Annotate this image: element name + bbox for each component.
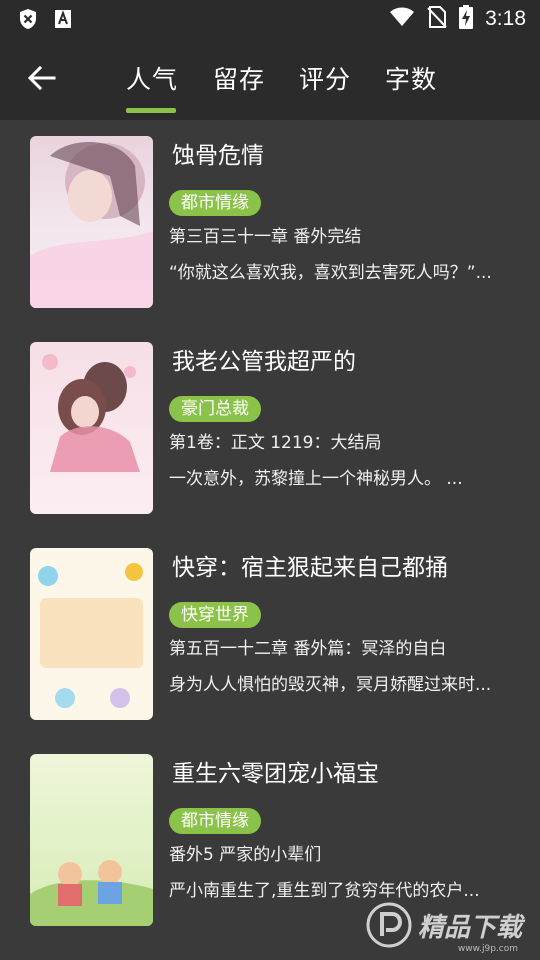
battery-charging-icon [459, 5, 474, 33]
watermark-url: www.j9p.com [457, 944, 518, 954]
book-description: 一次意外，苏黎撞上一个神秘男人。 ... [169, 469, 463, 489]
book-list: 蚀骨危情 都市情缘 第三百三十一章 番外完结 “你就这么喜欢我，喜欢到去害死人吗… [0, 120, 540, 960]
book-title: 蚀骨危情 [172, 143, 264, 169]
app-bar: 人气 留存 评分 字数 [0, 36, 540, 120]
category-tag: 豪门总裁 [169, 396, 261, 422]
latest-chapter: 番外5 严家的小辈们 [169, 845, 322, 865]
status-bar: 3:18 [0, 0, 540, 36]
tab-rating[interactable]: 评分 [299, 60, 351, 96]
tab-indicator [126, 108, 176, 113]
tab-retention[interactable]: 留存 [213, 60, 265, 96]
status-time: 3:18 [485, 7, 526, 30]
book-title: 重生六零团宠小福宝 [172, 761, 379, 787]
book-description: 身为人人惧怕的毁灭神，冥月娇醒过来时... [169, 675, 492, 695]
wifi-icon [389, 7, 415, 31]
no-sim-icon [427, 6, 447, 32]
book-cover [30, 754, 153, 926]
book-item[interactable]: 蚀骨危情 都市情缘 第三百三十一章 番外完结 “你就这么喜欢我，喜欢到去害死人吗… [0, 120, 540, 326]
book-description: “你就这么喜欢我，喜欢到去害死人吗？”... [169, 263, 492, 283]
latest-chapter: 第1卷：正文 1219：大结局 [169, 433, 382, 453]
latest-chapter: 第三百三十一章 番外完结 [169, 227, 362, 247]
book-cover [30, 136, 153, 308]
book-cover [30, 342, 153, 514]
shield-x-icon [18, 8, 38, 34]
latest-chapter: 第五百一十二章 番外篇：冥泽的自白 [169, 639, 447, 659]
watermark-text: 精品下载 [417, 912, 522, 943]
book-item[interactable]: 快穿：宿主狠起来自己都捅 快穿世界 第五百一十二章 番外篇：冥泽的自白 身为人人… [0, 532, 540, 738]
book-description: 严小南重生了,重生到了贫穷年代的农户... [169, 881, 480, 901]
font-a-icon [54, 9, 72, 33]
category-tag: 都市情缘 [169, 190, 261, 216]
watermark: 精品下载 [366, 902, 522, 948]
book-title: 我老公管我超严的 [172, 349, 356, 375]
category-tag: 快穿世界 [169, 602, 261, 628]
book-cover [30, 548, 153, 720]
category-tag: 都市情缘 [169, 808, 261, 834]
watermark-logo-icon [366, 902, 412, 948]
book-title: 快穿：宿主狠起来自己都捅 [172, 555, 448, 581]
tab-word-count[interactable]: 字数 [385, 60, 437, 96]
tab-popularity[interactable]: 人气 [126, 60, 178, 96]
sort-tabs: 人气 留存 评分 字数 [0, 36, 540, 120]
book-item[interactable]: 我老公管我超严的 豪门总裁 第1卷：正文 1219：大结局 一次意外，苏黎撞上一… [0, 326, 540, 532]
